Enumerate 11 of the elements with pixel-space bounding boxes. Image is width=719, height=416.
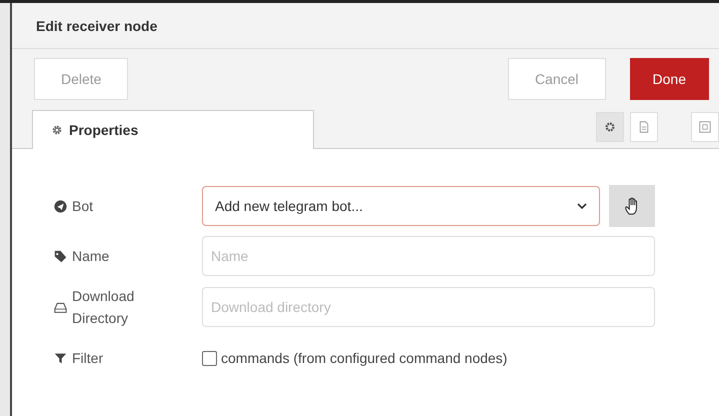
field-label: Bot: [72, 197, 94, 216]
field-label: Filter: [72, 349, 104, 368]
text-input[interactable]: Name: [202, 236, 655, 276]
done-button[interactable]: Done: [630, 58, 709, 100]
text-input[interactable]: Download directory: [202, 287, 655, 327]
field-label: Name: [72, 247, 110, 266]
bot-select[interactable]: Add new telegram bot...: [202, 186, 600, 226]
checkbox-label: commands (from configured command nodes): [221, 350, 508, 366]
field-label: Download Directory: [72, 287, 136, 328]
properties-tab[interactable]: Properties: [32, 110, 314, 149]
window-title: Edit receiver node: [36, 18, 158, 34]
